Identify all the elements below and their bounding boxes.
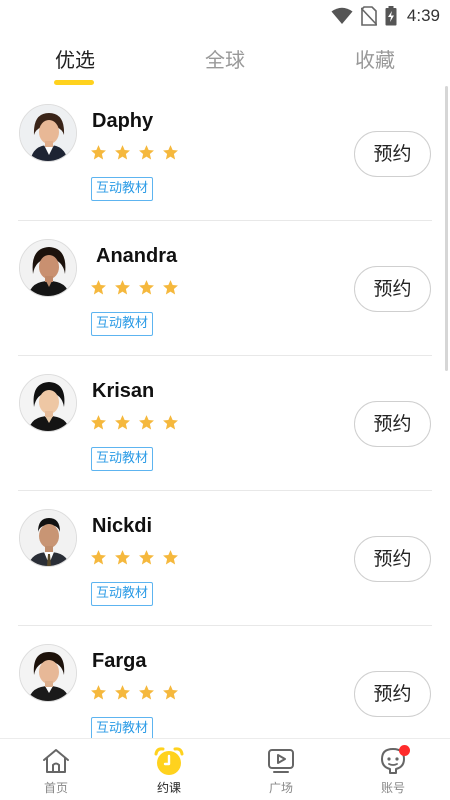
status-icons: 4:39 bbox=[331, 4, 440, 28]
star-rating bbox=[90, 684, 179, 701]
star-icon bbox=[115, 550, 130, 565]
teacher-card[interactable]: Nickdi 互动教材 预约 bbox=[0, 491, 450, 626]
battery-charging-icon bbox=[385, 6, 397, 26]
teacher-name: Daphy bbox=[92, 110, 154, 132]
star-rating bbox=[90, 414, 179, 431]
star-icon bbox=[115, 685, 130, 700]
nav-home[interactable]: 首页 bbox=[26, 745, 86, 796]
book-button[interactable]: 预约 bbox=[354, 131, 431, 177]
book-button[interactable]: 预约 bbox=[354, 266, 431, 312]
star-rating bbox=[90, 144, 179, 161]
teacher-card[interactable]: Krisan 互动教材 预约 bbox=[0, 356, 450, 491]
nav-booking-label: 约课 bbox=[156, 781, 181, 795]
nav-home-label: 首页 bbox=[43, 781, 68, 795]
teacher-card[interactable]: Anandra 互动教材 预约 bbox=[0, 221, 450, 356]
teacher-tag: 互动教材 bbox=[91, 177, 154, 201]
teacher-name: Krisan bbox=[92, 380, 155, 402]
star-icon bbox=[139, 685, 154, 700]
star-icon bbox=[91, 280, 106, 295]
teacher-avatar[interactable] bbox=[19, 374, 77, 432]
video-play-icon bbox=[268, 749, 294, 773]
teacher-name: Anandra bbox=[96, 245, 178, 267]
no-sim-icon bbox=[360, 6, 377, 26]
list-scrollbar[interactable] bbox=[445, 86, 448, 371]
teacher-tag: 互动教材 bbox=[91, 447, 154, 471]
alarm-clock-icon bbox=[154, 747, 184, 775]
teacher-avatar[interactable] bbox=[19, 644, 77, 702]
star-icon bbox=[115, 145, 130, 160]
tab-global[interactable]: 全球 bbox=[185, 44, 265, 73]
active-tab-indicator bbox=[54, 80, 94, 85]
nav-booking[interactable]: 约课 bbox=[139, 745, 199, 796]
star-icon bbox=[115, 280, 130, 295]
teacher-list[interactable]: Daphy 互动教材 预约 Anandra 互动教材 预约 Krisan 互动教… bbox=[0, 86, 450, 738]
star-icon bbox=[115, 415, 130, 430]
book-button[interactable]: 预约 bbox=[354, 401, 431, 447]
teacher-tag: 互动教材 bbox=[91, 312, 154, 336]
star-icon bbox=[163, 685, 178, 700]
book-button[interactable]: 预约 bbox=[354, 671, 431, 717]
tab-featured[interactable]: 优选 bbox=[35, 44, 115, 73]
teacher-avatar[interactable] bbox=[19, 104, 77, 162]
nav-plaza-label: 广场 bbox=[268, 781, 293, 795]
star-rating bbox=[90, 549, 179, 566]
status-time: 4:39 bbox=[406, 6, 440, 25]
notification-badge bbox=[399, 745, 410, 756]
teacher-tag: 互动教材 bbox=[91, 582, 154, 606]
bottom-nav: 首页 约课 广场 账号 bbox=[0, 738, 450, 800]
teacher-card[interactable]: Daphy 互动教材 预约 bbox=[0, 86, 450, 221]
star-icon bbox=[91, 145, 106, 160]
teacher-card[interactable]: Farga 互动教材 预约 bbox=[0, 626, 450, 738]
star-icon bbox=[91, 685, 106, 700]
book-button[interactable]: 预约 bbox=[354, 536, 431, 582]
star-icon bbox=[163, 550, 178, 565]
wifi-icon bbox=[331, 7, 353, 24]
star-icon bbox=[91, 550, 106, 565]
star-icon bbox=[163, 415, 178, 430]
star-icon bbox=[139, 280, 154, 295]
nav-plaza[interactable]: 广场 bbox=[251, 745, 311, 796]
teacher-tag: 互动教材 bbox=[91, 717, 154, 738]
star-icon bbox=[139, 145, 154, 160]
status-bar: 4:39 bbox=[0, 0, 450, 32]
nav-account[interactable]: 账号 bbox=[363, 745, 423, 796]
star-icon bbox=[139, 550, 154, 565]
star-icon bbox=[163, 280, 178, 295]
star-icon bbox=[163, 145, 178, 160]
star-icon bbox=[139, 415, 154, 430]
star-icon bbox=[91, 415, 106, 430]
star-rating bbox=[90, 279, 179, 296]
teacher-avatar[interactable] bbox=[19, 509, 77, 567]
teacher-avatar[interactable] bbox=[19, 239, 77, 297]
teacher-name: Nickdi bbox=[92, 515, 153, 537]
teacher-name: Farga bbox=[92, 650, 147, 672]
nav-account-label: 账号 bbox=[380, 781, 405, 795]
home-icon bbox=[43, 749, 69, 773]
tab-favorites[interactable]: 收藏 bbox=[335, 44, 415, 73]
